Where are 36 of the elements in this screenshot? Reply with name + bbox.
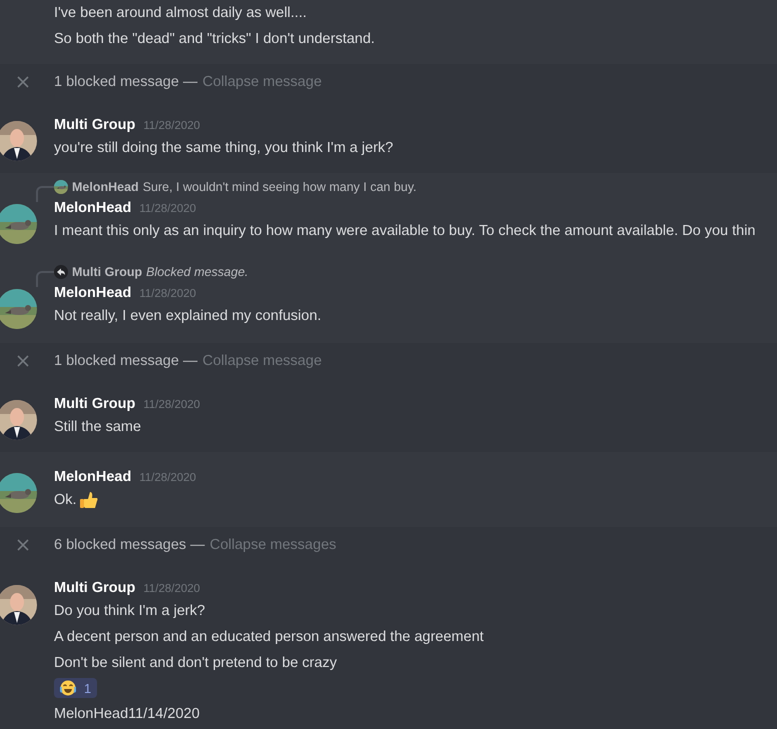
close-icon xyxy=(17,355,29,367)
message-text: Don't be silent and don't pretend to be crazy xyxy=(54,655,337,671)
message-text: MelonHead11/14/2020 xyxy=(54,706,200,722)
message-text: you're still doing the same thing, you think I'm a jerk? xyxy=(54,140,394,156)
timestamp: 11/28/2020 xyxy=(139,471,196,486)
timestamp: 11/28/2020 xyxy=(143,582,200,597)
message-text: Ok. xyxy=(54,492,77,508)
author-name[interactable]: Multi Group xyxy=(54,577,136,599)
timestamp: 11/28/2020 xyxy=(139,202,196,217)
message-text: Do you think I'm a jerk? xyxy=(54,603,206,619)
author-name[interactable]: Multi Group xyxy=(54,114,136,136)
author-name[interactable]: MelonHead xyxy=(54,282,132,304)
timestamp: 11/28/2020 xyxy=(139,287,196,302)
author-name[interactable]: Multi Group xyxy=(54,393,136,415)
message-text: So both the "dead" and "tricks" I don't understand. xyxy=(54,31,375,47)
thumbs-up-icon xyxy=(78,490,99,510)
close-icon xyxy=(17,539,29,551)
close-icon xyxy=(17,76,29,88)
blocked-summary: 6 blocked messages — xyxy=(54,537,205,553)
author-name[interactable]: MelonHead xyxy=(54,466,132,488)
timestamp: 11/28/2020 xyxy=(143,398,200,413)
message-text: Not really, I even explained my confusion. xyxy=(54,308,322,324)
author-name[interactable]: MelonHead xyxy=(54,197,132,219)
reply-author[interactable]: Multi Group xyxy=(72,265,142,279)
blocked-summary: 1 blocked message — xyxy=(54,74,198,90)
timestamp: 11/28/2020 xyxy=(143,119,200,134)
blocked-summary: 1 blocked message — xyxy=(54,353,198,369)
message-text: A decent person and an educated person answered the agreement xyxy=(54,629,484,645)
message-text: Still the same xyxy=(54,419,142,435)
reply-author[interactable]: MelonHead xyxy=(72,180,139,194)
reply-preview[interactable]: Blocked message. xyxy=(146,265,248,279)
message-text: I meant this only as an inquiry to how many were available to buy. To check the amount available. Do you thin xyxy=(54,223,756,239)
reply-preview[interactable]: Sure, I wouldn't mind seeing how many I can buy. xyxy=(142,180,417,194)
message-text: I've been around almost daily as well.... xyxy=(54,5,307,21)
reaction-chip[interactable]: 1 xyxy=(54,678,98,698)
laughing-face-icon xyxy=(60,680,76,696)
